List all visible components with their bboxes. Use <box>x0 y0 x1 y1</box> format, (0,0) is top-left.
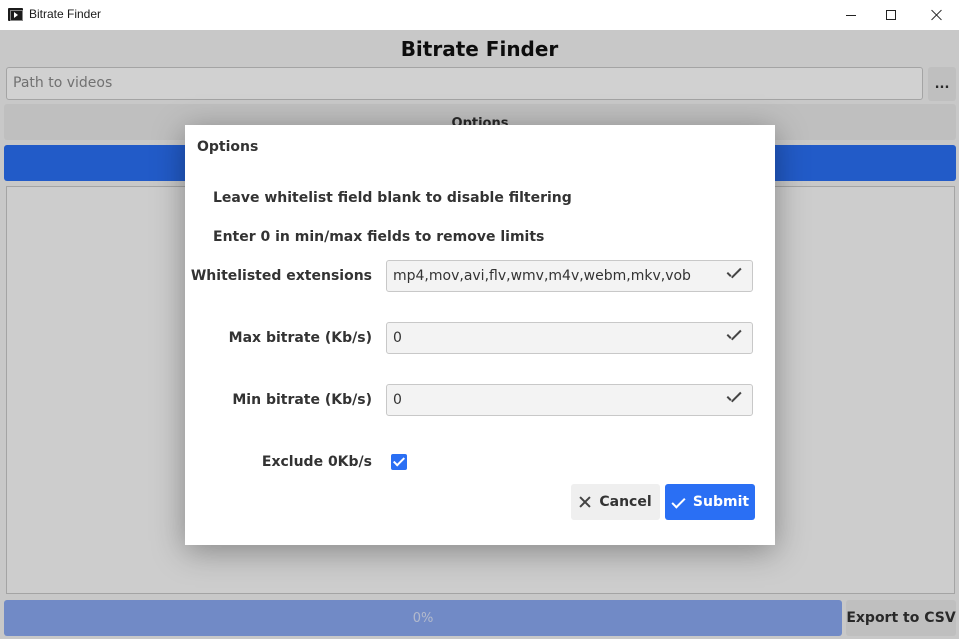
max-bitrate-field[interactable]: 0 <box>386 322 753 354</box>
maximize-button[interactable] <box>868 0 914 30</box>
whitelist-field[interactable]: mp4,mov,avi,flv,wmv,m4v,webm,mkv,vob <box>386 260 753 292</box>
options-dialog: Options Leave whitelist field blank to d… <box>185 125 775 545</box>
valid-check-icon <box>728 269 742 278</box>
check-icon <box>671 496 685 508</box>
min-bitrate-field[interactable]: 0 <box>386 384 753 416</box>
minimize-icon <box>846 14 856 16</box>
whitelist-label: Whitelisted extensions <box>190 268 372 284</box>
cancel-label: Cancel <box>599 494 652 510</box>
max-bitrate-label: Max bitrate (Kb/s) <box>228 330 372 346</box>
exclude-zero-checkbox[interactable] <box>391 454 407 470</box>
maximize-icon <box>886 10 896 20</box>
title-bar: Bitrate Finder <box>0 0 959 30</box>
valid-check-icon <box>728 393 742 402</box>
submit-button[interactable]: Submit <box>665 484 755 520</box>
window-title: Bitrate Finder <box>29 7 102 21</box>
whitelist-note: Leave whitelist field blank to disable f… <box>213 190 572 206</box>
whitelist-value: mp4,mov,avi,flv,wmv,m4v,webm,mkv,vob <box>393 268 691 284</box>
film-icon <box>8 8 23 21</box>
limits-note: Enter 0 in min/max fields to remove limi… <box>213 229 545 245</box>
cancel-button[interactable]: Cancel <box>571 484 660 520</box>
close-icon <box>931 9 943 21</box>
max-bitrate-value: 0 <box>393 330 402 346</box>
exclude-zero-label: Exclude 0Kb/s <box>261 454 372 470</box>
dialog-title: Options <box>197 139 259 155</box>
min-bitrate-value: 0 <box>393 392 402 408</box>
min-bitrate-label: Min bitrate (Kb/s) <box>232 392 372 408</box>
submit-label: Submit <box>692 494 750 510</box>
valid-check-icon <box>728 331 742 340</box>
close-window-button[interactable] <box>914 0 959 30</box>
close-icon <box>579 496 591 508</box>
